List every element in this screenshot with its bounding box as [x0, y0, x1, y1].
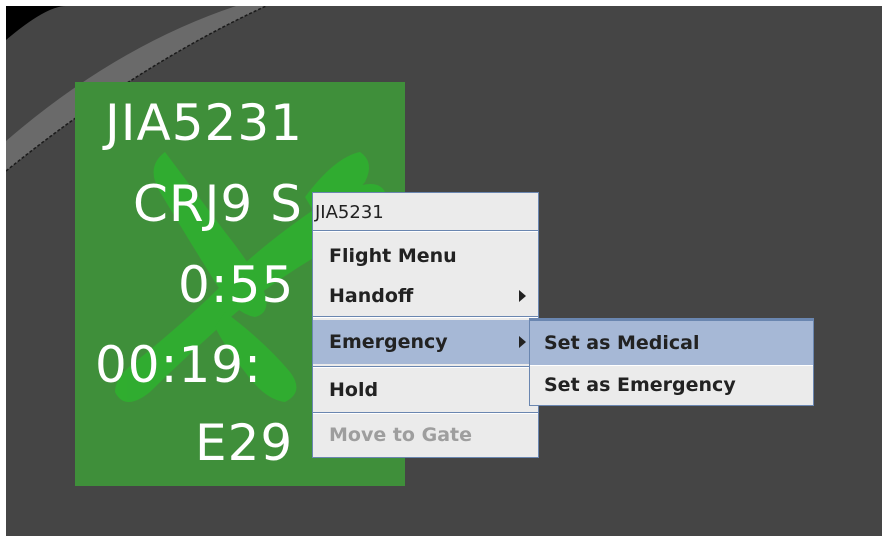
menu-item-label: Flight Menu	[329, 245, 457, 267]
menu-item-handoff[interactable]: Handoff	[313, 276, 538, 316]
menu-item-label: Emergency	[329, 331, 448, 353]
emergency-submenu: Set as Medical Set as Emergency	[529, 318, 814, 406]
strip-aircraft-type: CRJ9 S	[133, 175, 303, 233]
strip-time: 0:55	[178, 256, 295, 314]
menu-item-move-to-gate: Move to Gate	[313, 413, 538, 457]
menu-item-hold[interactable]: Hold	[313, 368, 538, 412]
submenu-item-label: Set as Medical	[544, 332, 700, 354]
menu-item-label: Move to Gate	[329, 424, 472, 446]
menu-separator-highlight	[313, 317, 538, 318]
strip-gate: E29	[195, 414, 294, 472]
menu-item-label: Handoff	[329, 285, 414, 307]
submenu-item-label: Set as Emergency	[544, 374, 736, 396]
menu-separator-highlight	[313, 231, 538, 232]
menu-item-emergency[interactable]: Emergency	[313, 320, 538, 364]
strip-elapsed-time: 00:19:	[95, 336, 262, 394]
menu-title: JIA5231	[315, 202, 384, 223]
strip-callsign: JIA5231	[105, 94, 303, 152]
menu-item-label: Hold	[329, 379, 379, 401]
flight-context-menu: JIA5231 Flight Menu Handoff Emergency Ho…	[312, 192, 539, 458]
menu-item-flight-menu[interactable]: Flight Menu	[313, 236, 538, 276]
submenu-item-set-as-medical[interactable]: Set as Medical	[530, 321, 813, 365]
submenu-item-set-as-emergency[interactable]: Set as Emergency	[530, 365, 813, 405]
submenu-arrow-icon	[519, 290, 526, 302]
submenu-arrow-icon	[519, 336, 526, 348]
